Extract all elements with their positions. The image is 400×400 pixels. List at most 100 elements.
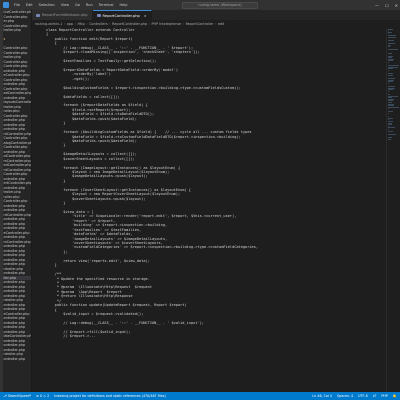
breadcrumb: routing-admin-1 › app › Http › Controllers › Rep… (32, 20, 400, 28)
tab-label: ReportController.php (102, 13, 140, 18)
code-text: class ReportController extends Controlle… (46, 28, 135, 32)
breadcrumb-item[interactable]: Controllers (89, 20, 107, 28)
file-item[interactable]: Controller.php (3, 145, 31, 150)
menu-item-file[interactable]: File (11, 3, 23, 7)
menu-item-selection[interactable]: Selection (36, 3, 58, 7)
php-file-icon (96, 14, 101, 17)
maximize-icon[interactable]: ☐ (385, 3, 389, 8)
minimap-line (388, 74, 393, 76)
status-bar-right: Ln 46, Col 4 Spaces: 4 UTF-8 LF PHP 🔔 (312, 394, 400, 398)
code-text: return view('reports.edit', $view_data); (46, 258, 150, 263)
status-item[interactable]: LF (373, 394, 377, 398)
php-file-icon (36, 13, 40, 17)
minimap-line (388, 70, 389, 72)
tab-close-icon[interactable]: × (144, 11, 147, 21)
code-text: $dataFields = collect([]); (46, 94, 120, 99)
minimap-line (388, 90, 389, 92)
file-explorer: ListController.php Controller.php er.php Co… (3, 10, 32, 392)
menu-item-edit[interactable]: Edit (23, 3, 36, 7)
minimap-line (388, 127, 396, 129)
code-line (32, 339, 386, 343)
minimap-line (388, 138, 391, 140)
file-item[interactable]: Controller.php (3, 136, 31, 141)
code-text: // $report->... (46, 334, 96, 339)
status-item[interactable]: ⊗ 0 ⚠ 2 (36, 394, 49, 398)
status-item[interactable]: 🔔 (393, 394, 397, 398)
status-bar: ⎇ SearchSpeed* ⊗ 0 ⚠ 2 Indexing project fo… (0, 392, 400, 400)
code-editor[interactable]: class ReportController extends Controlle… (32, 28, 386, 392)
menu-item-terminal[interactable]: Terminal (96, 3, 117, 7)
minimap-line (388, 82, 389, 84)
code-text: } (46, 201, 66, 206)
code-text: 'customFieldCategories' => $report->insp… (46, 245, 259, 250)
tab-label: ReportFormWebhook.php (42, 13, 88, 17)
file-item[interactable]: layoutsController.php (3, 100, 32, 105)
minimap-line (388, 113, 389, 115)
code-text: } (46, 178, 66, 183)
minimap-line (388, 28, 393, 30)
menu-item-view[interactable]: View (58, 3, 72, 7)
code-text: public function update(UpdateReport $req… (46, 303, 187, 308)
minimap-line (388, 62, 389, 64)
code-text: $valid_input = $request->validated(); (46, 312, 144, 316)
code-text: ]; (46, 249, 68, 254)
code-text: // Log::debug(__CLASS__ . '::' . __FUNCT… (46, 320, 204, 325)
minimap[interactable] (386, 28, 400, 392)
folder-item[interactable] (3, 375, 31, 380)
window-controls: — ☐ ✕ (375, 0, 398, 10)
code-text: } (46, 121, 66, 126)
code-text: public function edit(Report $report) (46, 36, 133, 41)
code-text: } (46, 263, 57, 268)
status-item[interactable]: PHP (381, 394, 387, 398)
breadcrumb-item[interactable]: ReportController.php (112, 20, 147, 28)
menu-item-help[interactable]: Help (116, 3, 130, 7)
code-text: $report->loadMissing(['inspection', 'che… (46, 50, 200, 55)
file-item[interactable]: ertController.php (3, 181, 32, 186)
file-item[interactable]: edController.php (3, 163, 32, 168)
status-item[interactable]: UTF-8 (358, 394, 368, 398)
line-number (32, 339, 46, 343)
file-item[interactable]: lateController.php (3, 334, 32, 339)
minimap-line (388, 130, 393, 132)
minimap-line (388, 46, 391, 48)
file-item[interactable]: Controller.php (3, 64, 31, 69)
breadcrumb-item[interactable]: ReportController (186, 20, 214, 28)
menu-bar: File Edit Selection View Go Run Terminal Help (11, 3, 130, 7)
code-text: ->get(); (46, 76, 90, 81)
file-item[interactable]: olController.php (3, 154, 31, 159)
editor-tab[interactable]: ReportController.php × (92, 10, 152, 21)
status-bar-left: ⎇ SearchSpeed* ⊗ 0 ⚠ 2 Indexing project fo… (0, 394, 166, 398)
title-bar: File Edit Selection View Go Run Terminal Help n… (0, 0, 400, 10)
file-item[interactable]: adController.php (3, 91, 32, 96)
minimize-icon[interactable]: — (375, 3, 379, 8)
status-item[interactable]: ⎇ SearchSpeed* (3, 394, 31, 398)
menu-item-run[interactable]: Run (83, 3, 96, 7)
vscode-logo-icon (3, 2, 9, 8)
code-text: * Update the specified resource in stora… (46, 276, 150, 281)
minimap-line (388, 106, 399, 108)
file-item[interactable]: Controller.php (3, 172, 31, 177)
minimap-line (388, 49, 398, 51)
file-item[interactable]: ListController.php (3, 10, 32, 15)
breadcrumb-item[interactable]: Http (77, 20, 84, 28)
minimap-line (388, 52, 392, 54)
menu-item-go[interactable]: Go (72, 3, 83, 7)
status-item[interactable]: Ln 46, Col 4 (312, 394, 332, 398)
status-item[interactable]: Spaces: 4 (337, 394, 353, 398)
file-item[interactable]: Controller.php (3, 46, 31, 51)
minimap-line (388, 31, 393, 33)
close-icon[interactable]: ✕ (395, 3, 398, 8)
file-item[interactable]: eController.php (3, 73, 31, 78)
breadcrumb-item[interactable]: routing-admin-1 (35, 20, 62, 28)
file-item[interactable]: Controller.php (3, 199, 31, 204)
minimap-line (388, 111, 394, 113)
command-center-search[interactable]: numig.seme (Workspace) (182, 1, 258, 9)
minimap-line (388, 36, 396, 38)
breadcrumb-item[interactable]: edit (218, 20, 225, 28)
code-text: $coverSheetLayouts = collect([]); (46, 156, 135, 161)
editor-tab[interactable]: ReportFormWebhook.php (32, 10, 93, 20)
breadcrumb-item[interactable]: PHP Intelephense (152, 20, 182, 28)
minimap-line (388, 117, 394, 119)
code-text: $textFamilies = TextFamily::getSelection… (46, 59, 157, 64)
status-item[interactable]: Indexing project for definitions and sta… (54, 394, 166, 398)
